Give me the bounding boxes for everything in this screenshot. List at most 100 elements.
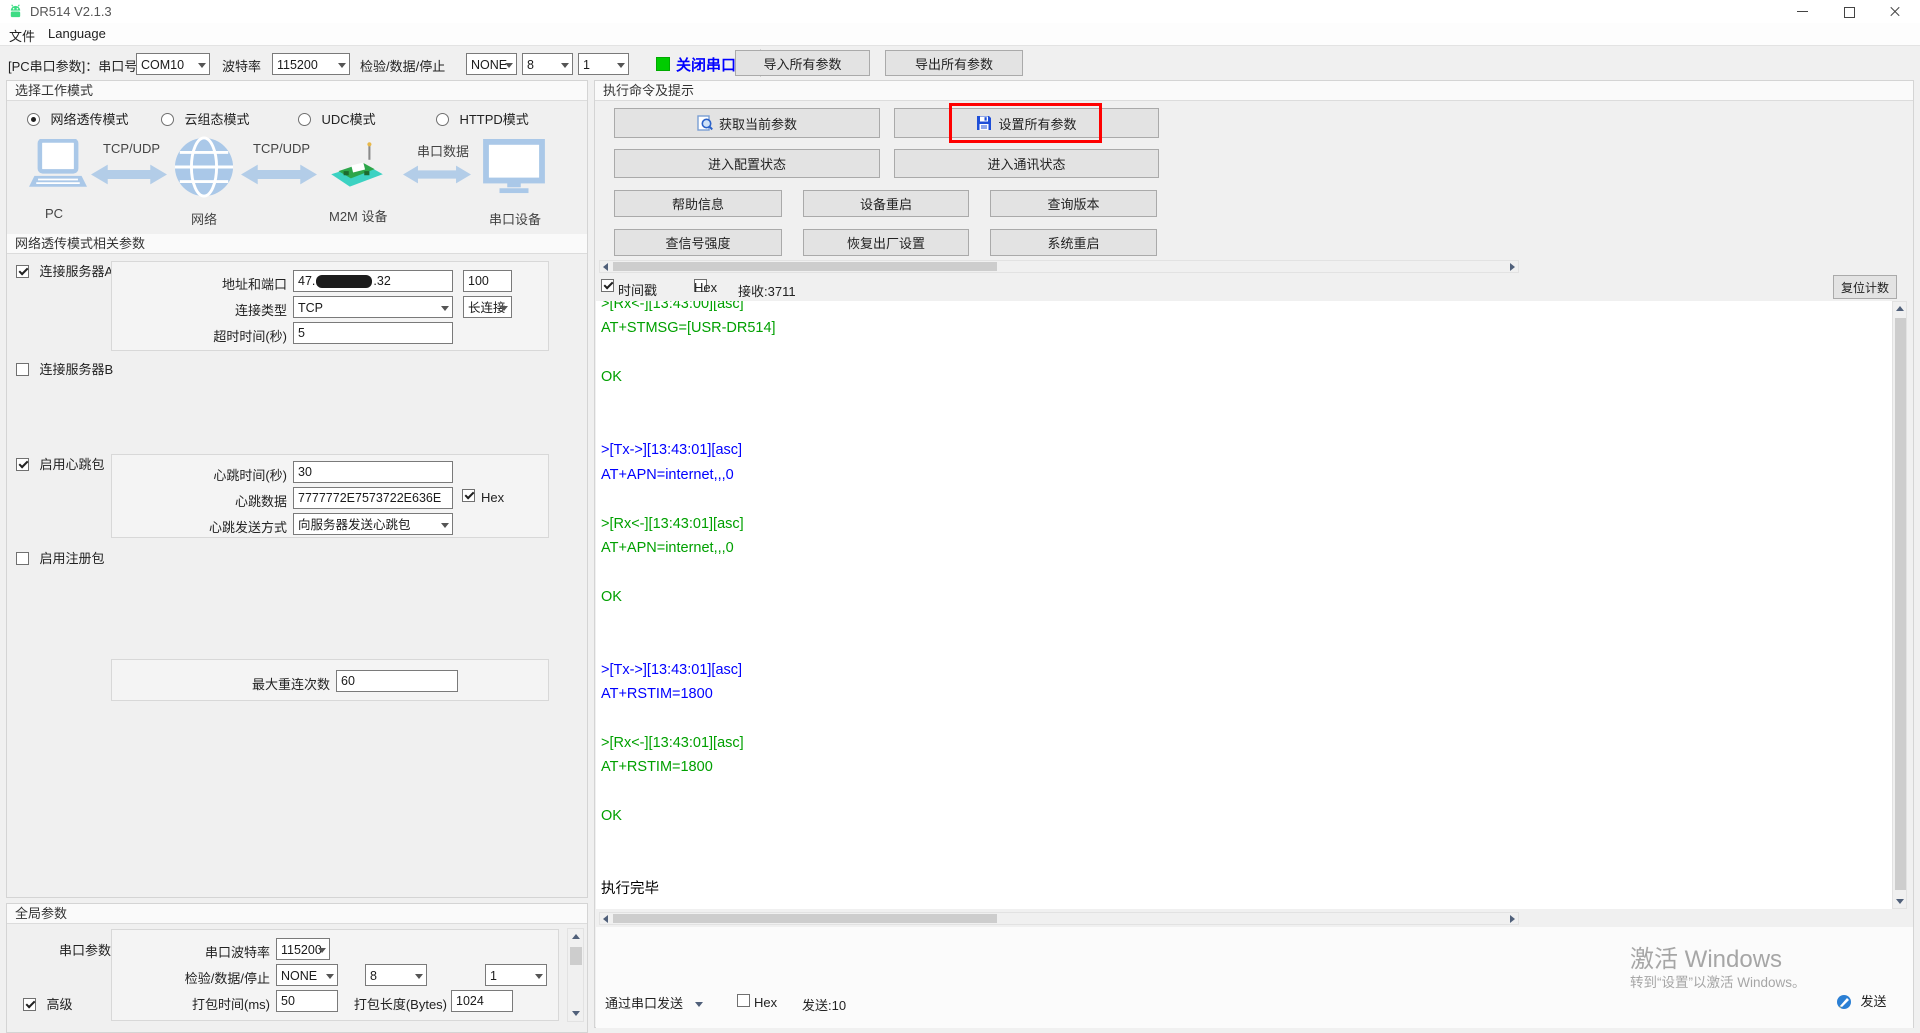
scroll-thumb[interactable]	[613, 914, 997, 923]
scroll-thumb[interactable]	[613, 262, 997, 271]
timeout-label: 超时时间(秒)	[172, 326, 287, 345]
server-a-address-input[interactable]: 47..32	[293, 270, 453, 292]
reconnect-input[interactable]: 60	[336, 670, 458, 692]
system-reboot-button[interactable]: 系统重启	[990, 229, 1157, 256]
link3-label: 串口数据	[417, 141, 469, 160]
global-databits-select[interactable]: 8	[365, 964, 427, 986]
log-hscrollbar-top[interactable]	[599, 260, 1519, 273]
checkbox-icon[interactable]	[16, 265, 29, 278]
pack-time-input[interactable]: 50	[276, 990, 338, 1012]
scroll-right-icon[interactable]	[1510, 915, 1515, 923]
hb-hex-checkbox[interactable]	[462, 489, 475, 502]
command-panel: 执行命令及提示 获取当前参数 设置所有参数 进入配置状态 进入通讯状态 帮助信息…	[594, 80, 1914, 1028]
checkbox-icon[interactable]	[23, 998, 36, 1011]
arrow-icon	[91, 163, 167, 186]
log-hscrollbar-bottom[interactable]	[599, 912, 1519, 925]
checkbox-icon[interactable]	[16, 458, 29, 471]
window-title: DR514 V2.1.3	[30, 4, 112, 19]
parity-select[interactable]: NONE	[466, 53, 517, 75]
hb-data-input[interactable]: 7777772E7573722E636E	[293, 487, 453, 509]
log-line	[601, 633, 1892, 657]
query-version-button[interactable]: 查询版本	[990, 190, 1157, 217]
global-vscrollbar[interactable]	[567, 928, 584, 1022]
server-a-port-input[interactable]: 100	[463, 270, 512, 292]
hb-time-input[interactable]: 30	[293, 461, 453, 483]
com-port-select[interactable]: COM10	[136, 53, 210, 75]
scroll-down-icon[interactable]	[572, 1011, 580, 1016]
timestamp-checkbox[interactable]	[601, 279, 614, 292]
stopbits-select[interactable]: 1	[578, 53, 629, 75]
mode-radio-udc[interactable]: UDC模式	[298, 111, 376, 131]
timestamp-label: 时间戳	[618, 280, 657, 299]
enter-config-button[interactable]: 进入配置状态	[614, 149, 880, 178]
scroll-up-icon[interactable]	[572, 934, 580, 939]
close-button[interactable]	[1872, 0, 1918, 23]
device-reboot-button[interactable]: 设备重启	[803, 190, 969, 217]
conn-mode-select[interactable]: 长连接	[463, 296, 512, 318]
checkbox-icon[interactable]	[16, 363, 29, 376]
help-button[interactable]: 帮助信息	[614, 190, 782, 217]
title-bar: DR514 V2.1.3	[0, 0, 1920, 23]
baud-label: 波特率	[222, 56, 261, 75]
checkbox-icon[interactable]	[16, 552, 29, 565]
server-a-box: 地址和端口 47..32 100 连接类型 TCP 长连接 超时时间(秒) 5	[111, 261, 549, 351]
send-via-dropdown[interactable]: 通过串口发送	[605, 993, 703, 1013]
send-button[interactable]: 发送	[1836, 991, 1886, 1011]
scroll-down-icon[interactable]	[1896, 899, 1904, 904]
send-hex-checkbox[interactable]	[737, 994, 750, 1007]
server-a-checkbox[interactable]: 连接服务器A	[16, 263, 113, 283]
scroll-right-icon[interactable]	[1510, 263, 1515, 271]
log-line: OK	[601, 585, 1892, 609]
radio-icon[interactable]	[298, 113, 311, 126]
heartbeat-checkbox[interactable]: 启用心跳包	[16, 456, 104, 476]
reset-count-button[interactable]: 复位计数	[1833, 275, 1897, 299]
radio-icon[interactable]	[27, 113, 40, 126]
pc-serial-group-label: [PC串口参数]：串口号	[8, 56, 137, 75]
register-checkbox[interactable]: 启用注册包	[16, 550, 104, 570]
global-baud-select[interactable]: 115200	[276, 938, 330, 960]
server-b-checkbox[interactable]: 连接服务器B	[16, 361, 113, 381]
scroll-thumb[interactable]	[1895, 318, 1906, 890]
timeout-input[interactable]: 5	[293, 322, 453, 344]
command-header: 执行命令及提示	[595, 81, 1913, 101]
log-line	[601, 390, 1892, 414]
pack-len-label: 打包长度(Bytes)	[345, 994, 447, 1013]
log-area[interactable]: >[Rx<-][13:43:00][asc]AT+STMSG=[USR-DR51…	[596, 301, 1892, 909]
close-port-button[interactable]: 关闭串口	[676, 54, 736, 75]
frame-label: 检验/数据/停止	[360, 56, 445, 75]
conn-type-select[interactable]: TCP	[293, 296, 453, 318]
enter-comm-button[interactable]: 进入通讯状态	[894, 149, 1159, 178]
databits-select[interactable]: 8	[522, 53, 573, 75]
scroll-left-icon[interactable]	[603, 263, 608, 271]
mode-radio-cloud[interactable]: 云组态模式	[161, 111, 249, 131]
scroll-thumb[interactable]	[570, 947, 582, 965]
global-stopbits-select[interactable]: 1	[485, 964, 547, 986]
pack-len-input[interactable]: 1024	[451, 990, 513, 1012]
hb-hex-label: Hex	[481, 490, 504, 505]
menu-file[interactable]: 文件	[9, 26, 35, 45]
mode-radio-httpd[interactable]: HTTPD模式	[436, 111, 529, 131]
log-vscrollbar[interactable]	[1892, 301, 1907, 909]
global-parity-select[interactable]: NONE	[276, 964, 338, 986]
hb-mode-select[interactable]: 向服务器发送心跳包	[293, 513, 453, 535]
factory-reset-button[interactable]: 恢复出厂设置	[803, 229, 969, 256]
menu-language[interactable]: Language	[48, 26, 106, 41]
mode-radio-transparent[interactable]: 网络透传模式	[27, 111, 128, 131]
export-all-params-button[interactable]: 导出所有参数	[885, 50, 1023, 76]
scroll-up-icon[interactable]	[1896, 306, 1904, 311]
import-all-params-button[interactable]: 导入所有参数	[735, 50, 870, 76]
left-panel: 选择工作模式 网络透传模式 云组态模式 UDC模式 HTTPD模式 TCP/UD…	[6, 80, 588, 898]
maximize-button[interactable]	[1826, 0, 1872, 23]
scroll-left-icon[interactable]	[603, 915, 608, 923]
radio-icon[interactable]	[436, 113, 449, 126]
log-line: 执行完毕	[601, 877, 1892, 901]
serial-toolbar: [PC串口参数]：串口号 COM10 波特率 115200 检验/数据/停止 N…	[0, 46, 1920, 80]
menu-bar: 文件 Language	[0, 23, 1920, 46]
get-params-button[interactable]: 获取当前参数	[614, 108, 880, 138]
minimize-button[interactable]	[1780, 0, 1826, 23]
log-line	[601, 341, 1892, 365]
radio-icon[interactable]	[161, 113, 174, 126]
baud-select[interactable]: 115200	[272, 53, 350, 75]
advanced-checkbox[interactable]: 高级	[23, 996, 72, 1016]
query-signal-button[interactable]: 查信号强度	[614, 229, 782, 256]
